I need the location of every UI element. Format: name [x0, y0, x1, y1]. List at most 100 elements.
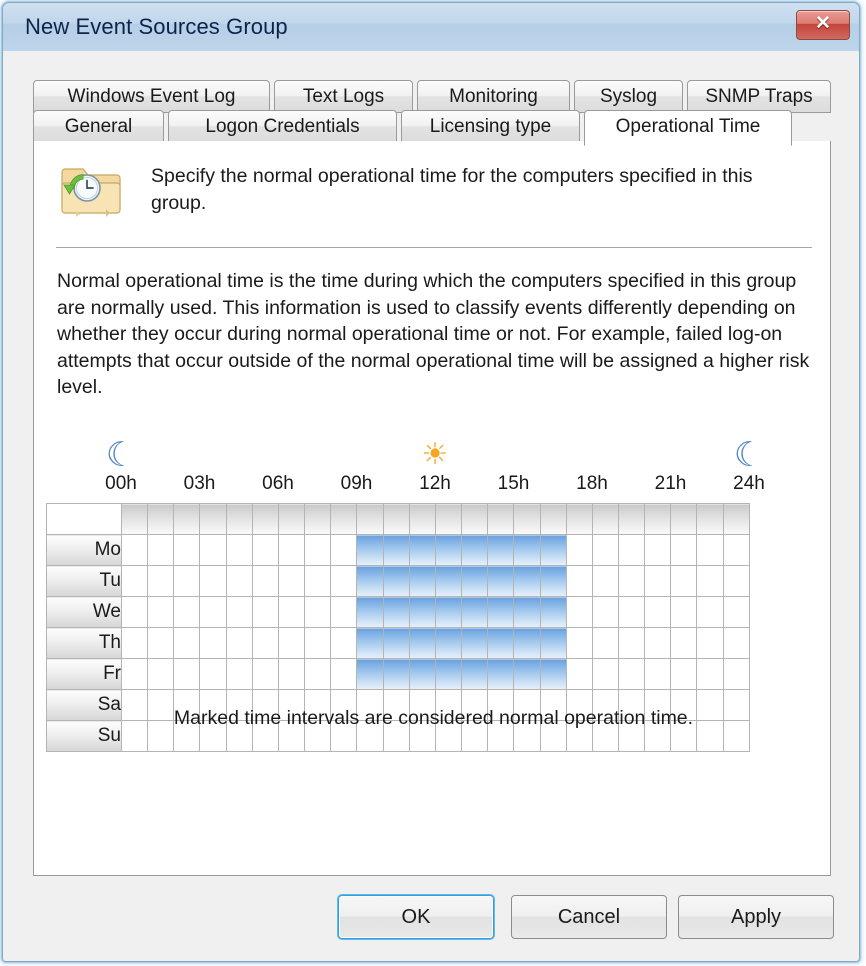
schedule-cell[interactable] [434, 596, 463, 628]
schedule-cell[interactable] [251, 658, 279, 690]
schedule-cell[interactable] [173, 627, 201, 659]
schedule-cell[interactable] [225, 596, 253, 628]
schedule-cell[interactable] [304, 658, 332, 690]
schedule-cell[interactable] [147, 596, 175, 628]
schedule-cell[interactable] [304, 565, 332, 597]
schedule-cell[interactable] [173, 534, 201, 566]
schedule-cell[interactable] [644, 627, 672, 659]
schedule-cell[interactable] [670, 596, 698, 628]
schedule-cell[interactable] [251, 596, 279, 628]
schedule-cell[interactable] [670, 565, 698, 597]
tab-operational-time[interactable]: Operational Time [584, 110, 792, 146]
schedule-cell[interactable] [173, 565, 201, 597]
schedule-cell[interactable] [487, 658, 515, 690]
schedule-cell[interactable] [304, 627, 332, 659]
schedule-cell[interactable] [591, 596, 619, 628]
schedule-cell[interactable] [356, 627, 384, 659]
schedule-cell[interactable] [408, 534, 436, 566]
schedule-cell[interactable] [722, 658, 750, 690]
schedule-cell[interactable] [382, 534, 410, 566]
schedule-cell[interactable] [565, 658, 593, 690]
schedule-cell[interactable] [251, 534, 279, 566]
schedule-cell[interactable] [461, 565, 489, 597]
schedule-cell[interactable] [539, 534, 567, 566]
tab-general[interactable]: General [33, 110, 164, 143]
schedule-cell[interactable] [696, 596, 724, 628]
schedule-cell[interactable] [304, 534, 332, 566]
schedule-cell[interactable] [277, 658, 306, 690]
schedule-cell[interactable] [565, 565, 593, 597]
schedule-cell[interactable] [199, 596, 227, 628]
schedule-cell[interactable] [670, 658, 698, 690]
schedule-cell[interactable] [356, 658, 384, 690]
schedule-cell[interactable] [539, 627, 567, 659]
schedule-cell[interactable] [382, 658, 410, 690]
schedule-cell[interactable] [147, 534, 175, 566]
schedule-cell[interactable] [277, 627, 306, 659]
schedule-cell[interactable] [617, 534, 646, 566]
schedule-cell[interactable] [277, 596, 306, 628]
schedule-cell[interactable] [513, 596, 541, 628]
schedule-cell[interactable] [382, 627, 410, 659]
schedule-cell[interactable] [461, 658, 489, 690]
schedule-cell[interactable] [696, 534, 724, 566]
schedule-cell[interactable] [277, 565, 306, 597]
schedule-cell[interactable] [591, 565, 619, 597]
schedule-cell[interactable] [513, 627, 541, 659]
ok-button[interactable]: OK [338, 895, 494, 939]
schedule-cell[interactable] [696, 658, 724, 690]
schedule-cell[interactable] [644, 658, 672, 690]
tab-logon-credentials[interactable]: Logon Credentials [168, 110, 397, 143]
schedule-cell[interactable] [330, 534, 358, 566]
schedule-cell[interactable] [565, 596, 593, 628]
schedule-cell[interactable] [487, 596, 515, 628]
schedule-cell[interactable] [644, 534, 672, 566]
schedule-cell[interactable] [382, 565, 410, 597]
schedule-cell[interactable] [356, 565, 384, 597]
schedule-cell[interactable] [513, 534, 541, 566]
schedule-cell[interactable] [330, 565, 358, 597]
schedule-cell[interactable] [225, 565, 253, 597]
tab-monitoring[interactable]: Monitoring [417, 80, 570, 113]
schedule-cell[interactable] [617, 596, 646, 628]
schedule-cell[interactable] [199, 534, 227, 566]
schedule-cell[interactable] [173, 596, 201, 628]
schedule-cell[interactable] [225, 627, 253, 659]
tab-text-logs[interactable]: Text Logs [274, 80, 413, 113]
schedule-cell[interactable] [539, 658, 567, 690]
schedule-cell[interactable] [434, 627, 463, 659]
schedule-cell[interactable] [644, 596, 672, 628]
apply-button[interactable]: Apply [678, 895, 834, 939]
tab-licensing-type[interactable]: Licensing type [401, 110, 580, 143]
schedule-cell[interactable] [434, 658, 463, 690]
schedule-cell[interactable] [330, 596, 358, 628]
cancel-button[interactable]: Cancel [511, 895, 667, 939]
schedule-cell[interactable] [199, 565, 227, 597]
schedule-cell[interactable] [120, 565, 149, 597]
schedule-cell[interactable] [434, 565, 463, 597]
schedule-cell[interactable] [591, 627, 619, 659]
schedule-cell[interactable] [147, 658, 175, 690]
schedule-cell[interactable] [487, 565, 515, 597]
schedule-cell[interactable] [644, 565, 672, 597]
schedule-cell[interactable] [199, 658, 227, 690]
schedule-cell[interactable] [539, 565, 567, 597]
schedule-cell[interactable] [147, 565, 175, 597]
schedule-cell[interactable] [513, 658, 541, 690]
schedule-cell[interactable] [434, 534, 463, 566]
schedule-cell[interactable] [199, 627, 227, 659]
schedule-cell[interactable] [670, 627, 698, 659]
schedule-cell[interactable] [591, 658, 619, 690]
schedule-cell[interactable] [461, 534, 489, 566]
schedule-cell[interactable] [696, 627, 724, 659]
schedule-cell[interactable] [277, 534, 306, 566]
schedule-cell[interactable] [617, 658, 646, 690]
schedule-cell[interactable] [565, 534, 593, 566]
schedule-cell[interactable] [382, 596, 410, 628]
schedule-cell[interactable] [147, 627, 175, 659]
schedule-cell[interactable] [120, 658, 149, 690]
close-button[interactable]: ✕ [796, 10, 850, 40]
schedule-cell[interactable] [120, 627, 149, 659]
schedule-cell[interactable] [356, 534, 384, 566]
schedule-cell[interactable] [225, 658, 253, 690]
